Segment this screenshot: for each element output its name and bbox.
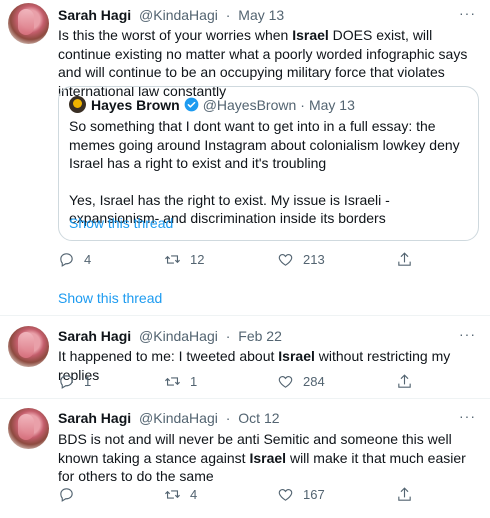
like-button[interactable]: 213 bbox=[277, 251, 325, 268]
reply-icon bbox=[60, 375, 73, 389]
like-count: 213 bbox=[303, 252, 325, 267]
author-handle[interactable]: @KindaHagi bbox=[139, 410, 218, 426]
tweet-date[interactable]: Feb 22 bbox=[238, 328, 282, 344]
tweet[interactable]: Sarah Hagi @KindaHagi · May 13 ··· Is th… bbox=[0, 0, 490, 312]
quoted-text: So something that I dont want to get int… bbox=[69, 118, 460, 226]
author-name[interactable]: Sarah Hagi bbox=[58, 7, 131, 23]
more-options-icon[interactable]: ··· bbox=[459, 5, 476, 21]
author-handle[interactable]: @KindaHagi bbox=[139, 7, 218, 23]
share-button[interactable] bbox=[396, 373, 413, 390]
separator-dot: · bbox=[225, 410, 231, 426]
separator-dot: · bbox=[225, 328, 231, 344]
more-options-icon[interactable]: ··· bbox=[459, 326, 476, 342]
reply-button[interactable]: 4 bbox=[58, 251, 91, 268]
author-name[interactable]: Sarah Hagi bbox=[58, 410, 131, 426]
tweet-text: BDS is not and will never be anti Semiti… bbox=[58, 431, 466, 484]
reply-button[interactable]: 1 bbox=[58, 373, 91, 390]
quoted-author-handle[interactable]: @HayesBrown bbox=[203, 97, 297, 113]
heart-icon bbox=[278, 253, 293, 266]
share-button[interactable] bbox=[396, 251, 413, 268]
tweet[interactable]: Sarah Hagi @KindaHagi · Oct 12 ··· BDS i… bbox=[0, 399, 490, 518]
heart-icon bbox=[278, 375, 293, 388]
like-count: 284 bbox=[303, 374, 325, 389]
quoted-date[interactable]: May 13 bbox=[309, 97, 355, 113]
quoted-tweet[interactable]: Hayes Brown @HayesBrown · May 13 So some… bbox=[58, 86, 479, 241]
like-button[interactable]: 284 bbox=[277, 373, 325, 390]
like-button[interactable]: 167 bbox=[277, 486, 325, 503]
retweet-count: 4 bbox=[190, 487, 198, 502]
retweet-button[interactable]: 1 bbox=[164, 373, 197, 390]
retweet-count: 12 bbox=[190, 252, 205, 267]
separator-dot: · bbox=[225, 7, 231, 23]
tweet-date[interactable]: May 13 bbox=[238, 7, 284, 23]
tweet-date[interactable]: Oct 12 bbox=[238, 410, 279, 426]
quoted-show-thread-link[interactable]: Show this thread bbox=[69, 215, 173, 231]
reply-count: 1 bbox=[84, 374, 92, 389]
show-thread-link[interactable]: Show this thread bbox=[58, 290, 162, 306]
avatar[interactable] bbox=[8, 326, 49, 367]
retweet-icon bbox=[165, 490, 180, 499]
avatar[interactable] bbox=[8, 3, 49, 44]
reply-icon bbox=[60, 253, 73, 267]
more-options-icon[interactable]: ··· bbox=[459, 408, 476, 424]
share-button[interactable] bbox=[396, 486, 413, 503]
separator-dot: · bbox=[300, 96, 305, 113]
reply-icon bbox=[60, 488, 73, 502]
reply-button[interactable] bbox=[58, 486, 84, 503]
quoted-avatar[interactable] bbox=[69, 96, 86, 113]
retweet-icon bbox=[165, 255, 180, 264]
retweet-count: 1 bbox=[190, 374, 198, 389]
author-handle[interactable]: @KindaHagi bbox=[139, 328, 218, 344]
share-icon bbox=[398, 487, 411, 501]
avatar[interactable] bbox=[8, 408, 49, 449]
reply-count: 4 bbox=[84, 252, 92, 267]
share-icon bbox=[398, 374, 411, 388]
quoted-author-name[interactable]: Hayes Brown bbox=[91, 97, 180, 113]
retweet-icon bbox=[165, 377, 180, 386]
heart-icon bbox=[278, 488, 293, 501]
share-icon bbox=[398, 252, 411, 266]
verified-badge-icon bbox=[184, 97, 199, 112]
tweet[interactable]: Sarah Hagi @KindaHagi · Feb 22 ··· It ha… bbox=[0, 316, 490, 405]
like-count: 167 bbox=[303, 487, 325, 502]
author-name[interactable]: Sarah Hagi bbox=[58, 328, 131, 344]
retweet-button[interactable]: 4 bbox=[164, 486, 197, 503]
retweet-button[interactable]: 12 bbox=[164, 251, 204, 268]
